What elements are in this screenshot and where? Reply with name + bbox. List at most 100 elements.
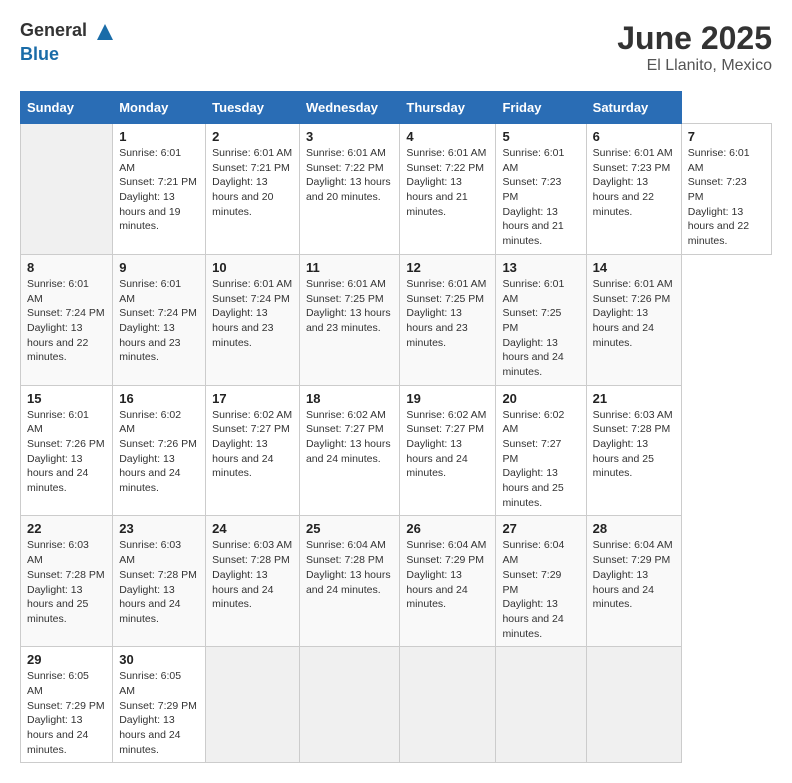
day-info: Sunrise: 6:01 AMSunset: 7:26 PMDaylight:… [27, 409, 105, 494]
calendar-cell: 2 Sunrise: 6:01 AMSunset: 7:21 PMDayligh… [206, 124, 300, 255]
day-info: Sunrise: 6:03 AMSunset: 7:28 PMDaylight:… [212, 539, 292, 610]
day-info: Sunrise: 6:01 AMSunset: 7:23 PMDaylight:… [688, 147, 750, 247]
day-number: 9 [119, 260, 199, 275]
day-number: 25 [306, 521, 393, 536]
calendar-cell [586, 647, 681, 763]
day-info: Sunrise: 6:02 AMSunset: 7:26 PMDaylight:… [119, 409, 197, 494]
calendar-table: SundayMondayTuesdayWednesdayThursdayFrid… [20, 91, 772, 763]
day-info: Sunrise: 6:02 AMSunset: 7:27 PMDaylight:… [406, 409, 486, 480]
day-info: Sunrise: 6:05 AMSunset: 7:29 PMDaylight:… [27, 670, 105, 755]
day-number: 11 [306, 260, 393, 275]
logo: General Blue [20, 20, 118, 65]
calendar-cell: 22 Sunrise: 6:03 AMSunset: 7:28 PMDaylig… [21, 516, 113, 647]
day-number: 7 [688, 129, 765, 144]
day-info: Sunrise: 6:01 AMSunset: 7:22 PMDaylight:… [306, 147, 391, 203]
calendar-cell: 25 Sunrise: 6:04 AMSunset: 7:28 PMDaylig… [299, 516, 399, 647]
day-number: 20 [502, 391, 579, 406]
month-title: June 2025 [617, 20, 772, 57]
weekday-header-row: SundayMondayTuesdayWednesdayThursdayFrid… [21, 92, 772, 124]
day-number: 1 [119, 129, 199, 144]
day-info: Sunrise: 6:01 AMSunset: 7:25 PMDaylight:… [502, 278, 564, 378]
day-info: Sunrise: 6:01 AMSunset: 7:24 PMDaylight:… [212, 278, 292, 349]
day-number: 2 [212, 129, 293, 144]
weekday-header-thursday: Thursday [400, 92, 496, 124]
calendar-cell: 1 Sunrise: 6:01 AMSunset: 7:21 PMDayligh… [113, 124, 206, 255]
calendar-cell: 10 Sunrise: 6:01 AMSunset: 7:24 PMDaylig… [206, 254, 300, 385]
day-number: 22 [27, 521, 106, 536]
calendar-cell: 6 Sunrise: 6:01 AMSunset: 7:23 PMDayligh… [586, 124, 681, 255]
calendar-cell [21, 124, 113, 255]
day-number: 12 [406, 260, 489, 275]
day-info: Sunrise: 6:01 AMSunset: 7:24 PMDaylight:… [27, 278, 105, 363]
day-number: 4 [406, 129, 489, 144]
calendar-cell: 15 Sunrise: 6:01 AMSunset: 7:26 PMDaylig… [21, 385, 113, 516]
calendar-cell: 21 Sunrise: 6:03 AMSunset: 7:28 PMDaylig… [586, 385, 681, 516]
day-info: Sunrise: 6:04 AMSunset: 7:29 PMDaylight:… [406, 539, 486, 610]
calendar-cell: 17 Sunrise: 6:02 AMSunset: 7:27 PMDaylig… [206, 385, 300, 516]
day-number: 30 [119, 652, 199, 667]
calendar-cell [496, 647, 586, 763]
calendar-cell: 26 Sunrise: 6:04 AMSunset: 7:29 PMDaylig… [400, 516, 496, 647]
day-info: Sunrise: 6:01 AMSunset: 7:25 PMDaylight:… [406, 278, 486, 349]
day-info: Sunrise: 6:04 AMSunset: 7:29 PMDaylight:… [502, 539, 564, 639]
title-section: June 2025 El Llanito, Mexico [617, 20, 772, 75]
day-number: 29 [27, 652, 106, 667]
header: General Blue June 2025 El Llanito, Mexic… [20, 20, 772, 75]
calendar-cell: 11 Sunrise: 6:01 AMSunset: 7:25 PMDaylig… [299, 254, 399, 385]
day-info: Sunrise: 6:02 AMSunset: 7:27 PMDaylight:… [212, 409, 292, 480]
day-number: 10 [212, 260, 293, 275]
day-number: 5 [502, 129, 579, 144]
calendar-cell: 30 Sunrise: 6:05 AMSunset: 7:29 PMDaylig… [113, 647, 206, 763]
calendar-cell: 20 Sunrise: 6:02 AMSunset: 7:27 PMDaylig… [496, 385, 586, 516]
logo-text: General Blue [20, 20, 118, 65]
day-number: 13 [502, 260, 579, 275]
day-number: 24 [212, 521, 293, 536]
weekday-header-monday: Monday [113, 92, 206, 124]
calendar-cell: 24 Sunrise: 6:03 AMSunset: 7:28 PMDaylig… [206, 516, 300, 647]
calendar-cell [206, 647, 300, 763]
calendar-cell: 9 Sunrise: 6:01 AMSunset: 7:24 PMDayligh… [113, 254, 206, 385]
day-info: Sunrise: 6:01 AMSunset: 7:25 PMDaylight:… [306, 278, 391, 334]
calendar-cell: 29 Sunrise: 6:05 AMSunset: 7:29 PMDaylig… [21, 647, 113, 763]
day-number: 3 [306, 129, 393, 144]
day-number: 17 [212, 391, 293, 406]
weekday-header-tuesday: Tuesday [206, 92, 300, 124]
day-number: 14 [593, 260, 675, 275]
calendar-cell: 19 Sunrise: 6:02 AMSunset: 7:27 PMDaylig… [400, 385, 496, 516]
calendar-cell: 14 Sunrise: 6:01 AMSunset: 7:26 PMDaylig… [586, 254, 681, 385]
calendar-cell: 27 Sunrise: 6:04 AMSunset: 7:29 PMDaylig… [496, 516, 586, 647]
day-info: Sunrise: 6:01 AMSunset: 7:22 PMDaylight:… [406, 147, 486, 218]
day-number: 19 [406, 391, 489, 406]
day-number: 23 [119, 521, 199, 536]
calendar-cell: 18 Sunrise: 6:02 AMSunset: 7:27 PMDaylig… [299, 385, 399, 516]
day-info: Sunrise: 6:04 AMSunset: 7:28 PMDaylight:… [306, 539, 391, 595]
day-info: Sunrise: 6:04 AMSunset: 7:29 PMDaylight:… [593, 539, 673, 610]
day-number: 15 [27, 391, 106, 406]
location-title: El Llanito, Mexico [617, 57, 772, 75]
day-number: 16 [119, 391, 199, 406]
calendar-cell: 28 Sunrise: 6:04 AMSunset: 7:29 PMDaylig… [586, 516, 681, 647]
day-number: 8 [27, 260, 106, 275]
day-info: Sunrise: 6:01 AMSunset: 7:23 PMDaylight:… [593, 147, 673, 218]
calendar-cell: 8 Sunrise: 6:01 AMSunset: 7:24 PMDayligh… [21, 254, 113, 385]
calendar-cell: 23 Sunrise: 6:03 AMSunset: 7:28 PMDaylig… [113, 516, 206, 647]
day-number: 21 [593, 391, 675, 406]
calendar-cell: 7 Sunrise: 6:01 AMSunset: 7:23 PMDayligh… [681, 124, 771, 255]
day-info: Sunrise: 6:02 AMSunset: 7:27 PMDaylight:… [502, 409, 564, 509]
calendar-cell: 13 Sunrise: 6:01 AMSunset: 7:25 PMDaylig… [496, 254, 586, 385]
day-info: Sunrise: 6:01 AMSunset: 7:26 PMDaylight:… [593, 278, 673, 349]
day-info: Sunrise: 6:01 AMSunset: 7:23 PMDaylight:… [502, 147, 564, 247]
calendar-cell [299, 647, 399, 763]
day-info: Sunrise: 6:02 AMSunset: 7:27 PMDaylight:… [306, 409, 391, 465]
logo-icon [93, 20, 117, 44]
day-info: Sunrise: 6:03 AMSunset: 7:28 PMDaylight:… [119, 539, 197, 624]
calendar-cell: 4 Sunrise: 6:01 AMSunset: 7:22 PMDayligh… [400, 124, 496, 255]
calendar-cell: 16 Sunrise: 6:02 AMSunset: 7:26 PMDaylig… [113, 385, 206, 516]
day-info: Sunrise: 6:03 AMSunset: 7:28 PMDaylight:… [593, 409, 673, 480]
calendar-cell: 5 Sunrise: 6:01 AMSunset: 7:23 PMDayligh… [496, 124, 586, 255]
day-info: Sunrise: 6:01 AMSunset: 7:24 PMDaylight:… [119, 278, 197, 363]
day-number: 6 [593, 129, 675, 144]
calendar-cell: 3 Sunrise: 6:01 AMSunset: 7:22 PMDayligh… [299, 124, 399, 255]
day-number: 18 [306, 391, 393, 406]
day-info: Sunrise: 6:01 AMSunset: 7:21 PMDaylight:… [119, 147, 197, 232]
